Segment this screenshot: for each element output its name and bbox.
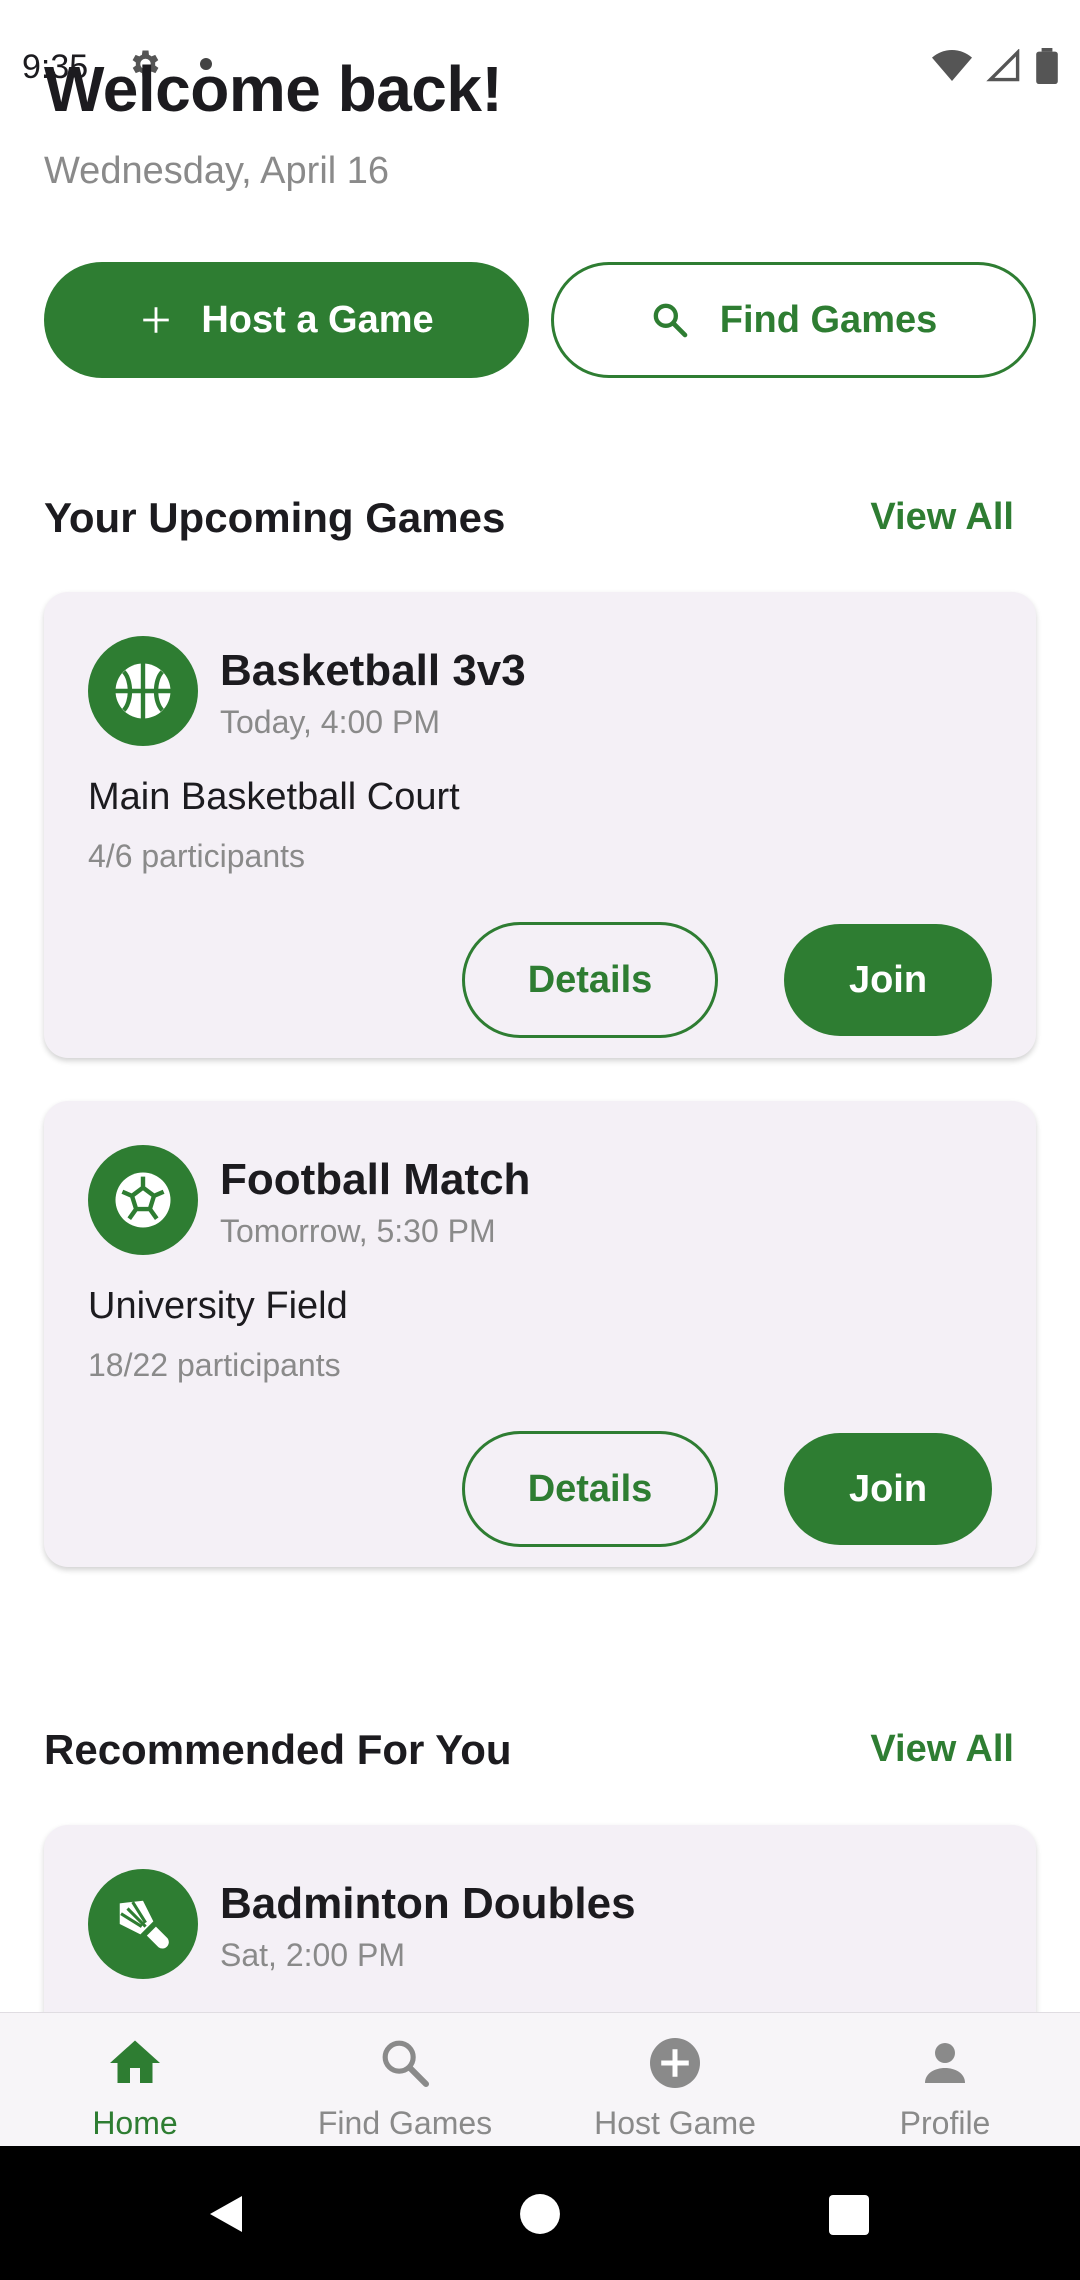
system-navigation-bar xyxy=(0,2146,1080,2280)
plus-icon xyxy=(143,307,170,333)
find-games-button[interactable]: Find Games xyxy=(551,262,1036,378)
host-game-button[interactable]: Host a Game xyxy=(44,262,529,378)
game-location: Main Basketball Court xyxy=(88,776,460,818)
nav-label-find-games: Find Games xyxy=(317,2105,493,2141)
find-games-label: Find Games xyxy=(719,298,938,341)
soccer-ball-icon xyxy=(88,1145,198,1255)
status-indicators xyxy=(932,48,1058,84)
search-icon xyxy=(375,2033,435,2093)
details-button[interactable]: Details xyxy=(462,922,718,1038)
nav-item-home[interactable]: Home xyxy=(0,2013,270,2147)
wifi-icon xyxy=(932,50,972,81)
game-title: Football Match xyxy=(220,1155,531,1204)
game-location: University Field xyxy=(88,1285,348,1327)
recommended-section-title: Recommended For You xyxy=(44,1726,512,1773)
game-time: Sat, 2:00 PM xyxy=(220,1937,405,1973)
game-participants: 18/22 participants xyxy=(88,1347,341,1383)
recommended-view-all-link[interactable]: View All xyxy=(870,1728,1014,1771)
bottom-navigation: Home Find Games Host Game Profile xyxy=(0,2012,1080,2146)
game-title: Basketball 3v3 xyxy=(220,646,526,695)
shuttlecock-icon xyxy=(88,1869,198,1979)
back-icon[interactable] xyxy=(206,2192,246,2236)
upcoming-view-all-link[interactable]: View All xyxy=(870,496,1014,539)
nav-item-find-games[interactable]: Find Games xyxy=(270,2013,540,2147)
welcome-title: Welcome back! xyxy=(44,53,503,125)
details-button[interactable]: Details xyxy=(462,1431,718,1547)
game-card[interactable]: Basketball 3v3 Today, 4:00 PM Main Baske… xyxy=(44,592,1036,1058)
person-icon xyxy=(915,2033,975,2093)
home-icon xyxy=(105,2033,165,2093)
game-time: Today, 4:00 PM xyxy=(220,704,440,740)
game-time: Tomorrow, 5:30 PM xyxy=(220,1213,496,1249)
game-participants: 4/6 participants xyxy=(88,838,306,874)
basketball-icon xyxy=(88,636,198,746)
battery-icon xyxy=(1036,48,1058,84)
game-title: Badminton Doubles xyxy=(220,1879,636,1928)
upcoming-section-title: Your Upcoming Games xyxy=(44,494,506,541)
cellular-signal-icon xyxy=(986,49,1020,82)
nav-label-host-game: Host Game xyxy=(594,2105,756,2141)
add-circle-icon xyxy=(645,2033,705,2093)
join-button[interactable]: Join xyxy=(784,1433,992,1545)
recents-square-icon[interactable] xyxy=(829,2195,869,2235)
current-date: Wednesday, April 16 xyxy=(44,150,390,192)
nav-label-profile: Profile xyxy=(899,2105,991,2141)
join-button[interactable]: Join xyxy=(784,924,992,1036)
nav-label-home: Home xyxy=(92,2105,178,2141)
game-card[interactable]: Football Match Tomorrow, 5:30 PM Univers… xyxy=(44,1101,1036,1567)
nav-item-host-game[interactable]: Host Game xyxy=(540,2013,810,2147)
nav-item-profile[interactable]: Profile xyxy=(810,2013,1080,2147)
home-circle-icon[interactable] xyxy=(519,2193,561,2235)
host-game-label: Host a Game xyxy=(201,298,434,341)
search-icon xyxy=(653,303,688,338)
